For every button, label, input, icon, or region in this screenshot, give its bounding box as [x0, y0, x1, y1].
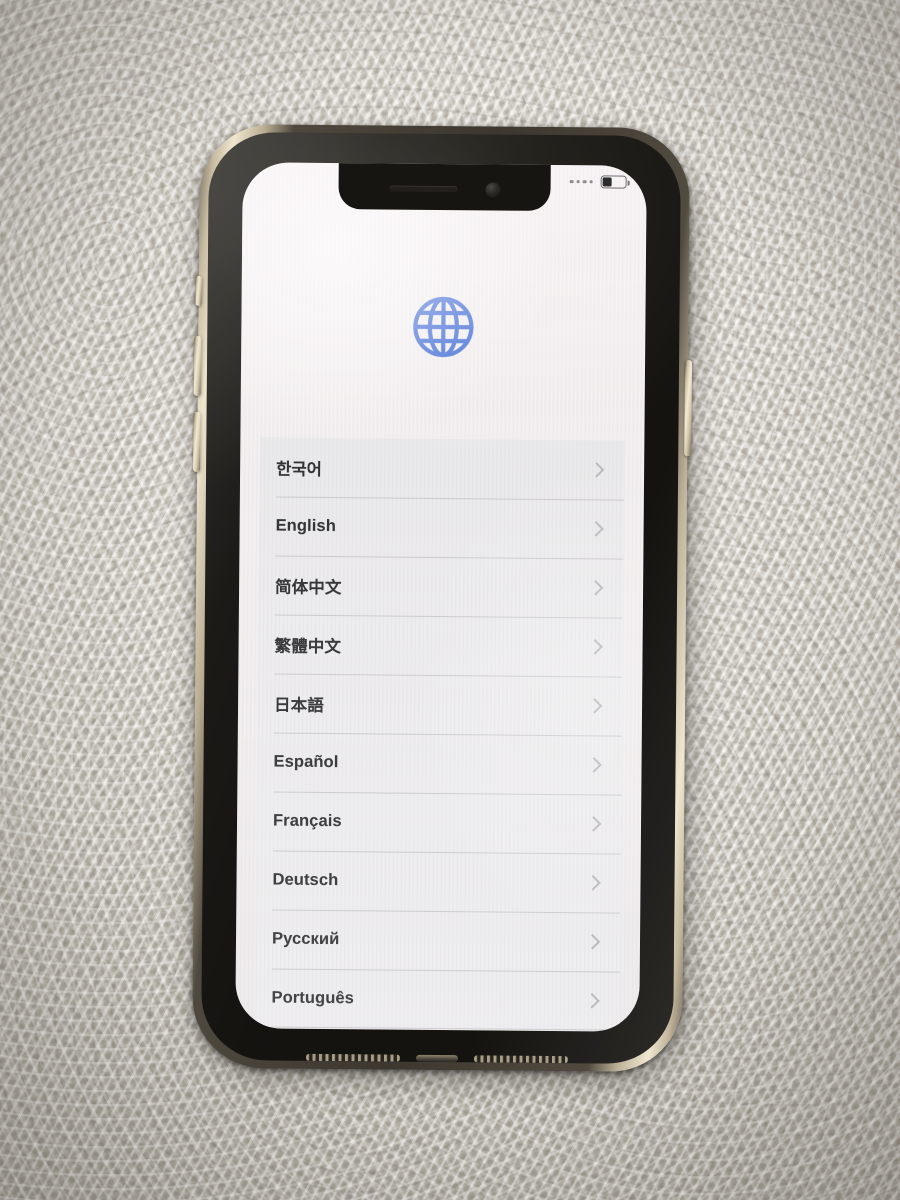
language-row[interactable]: Português — [255, 968, 620, 1030]
lightning-port — [415, 1054, 459, 1062]
earpiece-speaker-icon — [389, 185, 458, 193]
phone-body: 한국어 English 简体中文繁體中文日本語 Español Français Deut… — [200, 131, 682, 1065]
language-label: 繁體中文 — [274, 637, 342, 656]
battery-icon — [600, 175, 627, 189]
language-label: Español — [273, 752, 339, 772]
language-row[interactable]: 简体中文 — [259, 555, 624, 617]
volume-up-button[interactable] — [193, 335, 202, 396]
language-label: Português — [271, 988, 355, 1008]
speaker-grill — [305, 1053, 401, 1062]
language-row[interactable]: Français — [257, 791, 622, 853]
front-camera-icon — [485, 181, 501, 197]
phone-device: 한국어 English 简体中文繁體中文日本語 Español Français Deut… — [191, 123, 693, 1081]
signal-dots-icon — [569, 179, 593, 184]
language-label: 简体中文 — [275, 578, 342, 597]
language-label: Français — [272, 811, 342, 831]
language-label: Русский — [271, 929, 340, 949]
mute-switch[interactable] — [195, 275, 202, 306]
photo-background: 한국어 English 简体中文繁體中文日本語 Español Français Deut… — [0, 0, 900, 1200]
language-label: English — [275, 516, 336, 536]
display-notch — [338, 162, 551, 211]
language-row[interactable]: Русский — [256, 909, 621, 971]
language-row[interactable]: Deutsch — [256, 850, 621, 912]
status-bar — [569, 175, 627, 189]
battery-fill — [602, 177, 612, 187]
speaker-grill — [473, 1054, 569, 1063]
volume-down-button[interactable] — [193, 411, 201, 472]
phone-screen: 한국어 English 简体中文繁體中文日本語 Español Français Deut… — [235, 162, 647, 1032]
globe-icon-container — [241, 290, 646, 364]
language-label: Deutsch — [272, 870, 339, 890]
language-label: 日本語 — [273, 696, 324, 715]
language-label: 한국어 — [276, 460, 323, 479]
language-row[interactable]: English — [259, 496, 624, 558]
power-button[interactable] — [684, 360, 693, 457]
language-row[interactable]: 한국어 — [260, 437, 625, 499]
language-row[interactable]: 繁體中文 — [258, 614, 623, 676]
chevron-right-icon — [588, 462, 605, 478]
language-row[interactable]: Español — [257, 732, 622, 794]
language-row[interactable]: 日本語 — [258, 673, 623, 735]
language-list: 한국어 English 简体中文繁體中文日本語 Español Français Deut… — [255, 437, 625, 1031]
globe-icon — [413, 296, 474, 358]
